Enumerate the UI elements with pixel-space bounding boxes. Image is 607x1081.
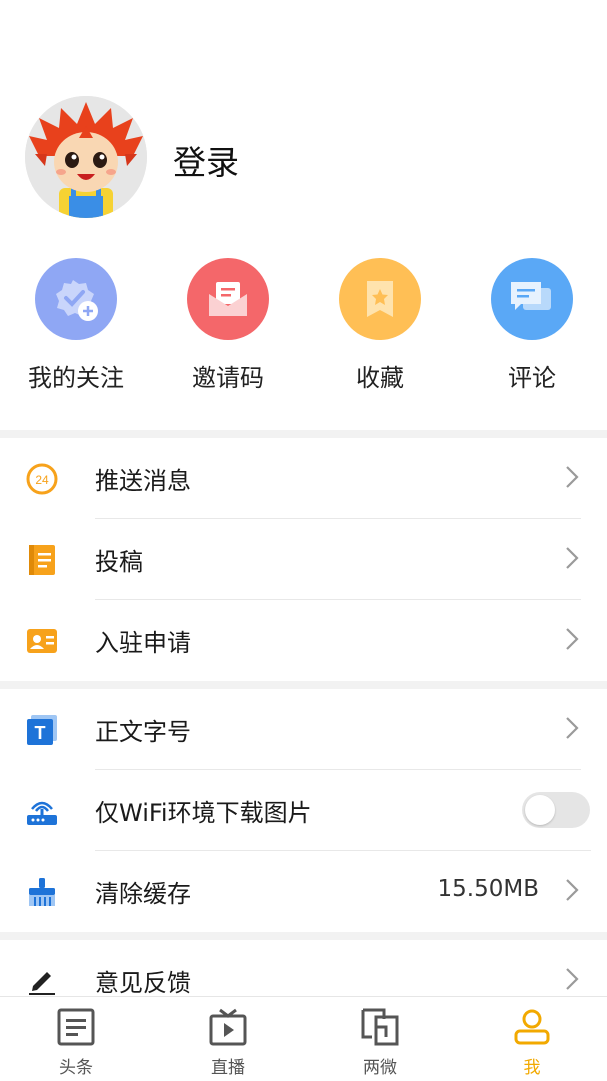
- my-follows-button[interactable]: 我的关注: [0, 258, 152, 393]
- chevron-right-icon: [566, 628, 579, 650]
- newspaper-icon: [57, 1008, 95, 1046]
- my-follows-label: 我的关注: [28, 364, 124, 392]
- router-icon: [26, 795, 58, 827]
- chevron-right-icon: [566, 466, 579, 488]
- row-divider: [95, 518, 581, 519]
- tab-me-label: 我: [523, 1058, 541, 1078]
- tv-play-icon: [209, 1008, 247, 1046]
- wifi-only-row: 仅WiFi环境下载图片: [0, 771, 607, 851]
- clear-cache-row[interactable]: 清除缓存 15.50MB: [0, 852, 607, 932]
- pencil-icon: [26, 965, 58, 997]
- id-card-icon: [26, 625, 58, 657]
- profile-section: 登录 我的关注 邀请码 收藏 评论: [0, 0, 607, 430]
- invite-envelope-icon: [187, 258, 269, 340]
- tab-me[interactable]: 我: [456, 997, 607, 1081]
- font-size-label: 正文字号: [95, 718, 191, 746]
- invite-code-label: 邀请码: [192, 364, 264, 392]
- chevron-right-icon: [566, 968, 579, 990]
- tab-weibo-wechat-label: 两微: [363, 1058, 397, 1078]
- wifi-only-label: 仅WiFi环境下载图片: [95, 799, 312, 827]
- feedback-label: 意见反馈: [95, 969, 191, 997]
- notebook-icon: [26, 544, 58, 576]
- row-divider: [95, 850, 591, 851]
- section-divider: [0, 681, 607, 689]
- tab-live[interactable]: 直播: [152, 997, 304, 1081]
- comments-label: 评论: [508, 364, 556, 392]
- bottom-tab-bar: 头条 直播 两微 我: [0, 996, 607, 1081]
- toggle-knob: [525, 795, 555, 825]
- clear-cache-label: 清除缓存: [95, 880, 191, 908]
- row-divider: [95, 599, 581, 600]
- section-divider: [0, 430, 607, 438]
- chevron-right-icon: [566, 879, 579, 901]
- push-messages-row[interactable]: 24 推送消息: [0, 439, 607, 519]
- tab-live-label: 直播: [211, 1058, 245, 1078]
- row-divider: [95, 769, 581, 770]
- broom-icon: [26, 876, 58, 908]
- section-divider: [0, 932, 607, 940]
- svg-text:24: 24: [35, 473, 49, 487]
- clock-24-icon: 24: [26, 463, 58, 495]
- invite-code-button[interactable]: 邀请码: [152, 258, 304, 393]
- chevron-right-icon: [566, 547, 579, 569]
- comments-button[interactable]: 评论: [456, 258, 607, 393]
- comment-bubbles-icon: [491, 258, 573, 340]
- favorites-button[interactable]: 收藏: [304, 258, 456, 393]
- bookmark-icon: [339, 258, 421, 340]
- submit-article-row[interactable]: 投稿: [0, 520, 607, 600]
- overlap-squares-icon: [361, 1008, 399, 1046]
- follow-badge-icon: [35, 258, 117, 340]
- apply-join-row[interactable]: 入驻申请: [0, 601, 607, 681]
- chevron-right-icon: [566, 717, 579, 739]
- submit-article-label: 投稿: [95, 548, 143, 576]
- mascot-avatar-icon: [25, 96, 147, 218]
- wifi-only-toggle[interactable]: [522, 792, 590, 828]
- apply-join-label: 入驻申请: [95, 629, 191, 657]
- font-size-row[interactable]: T 正文字号: [0, 690, 607, 770]
- svg-text:T: T: [35, 723, 46, 743]
- user-icon: [514, 1009, 550, 1045]
- login-link[interactable]: 登录: [173, 136, 239, 184]
- tab-headlines[interactable]: 头条: [0, 997, 152, 1081]
- tab-headlines-label: 头条: [59, 1058, 93, 1078]
- text-size-icon: T: [26, 714, 58, 746]
- push-messages-label: 推送消息: [95, 467, 191, 495]
- tab-weibo-wechat[interactable]: 两微: [304, 997, 456, 1081]
- favorites-label: 收藏: [356, 364, 404, 392]
- avatar[interactable]: [25, 96, 147, 218]
- cache-size-value: 15.50MB: [437, 876, 539, 902]
